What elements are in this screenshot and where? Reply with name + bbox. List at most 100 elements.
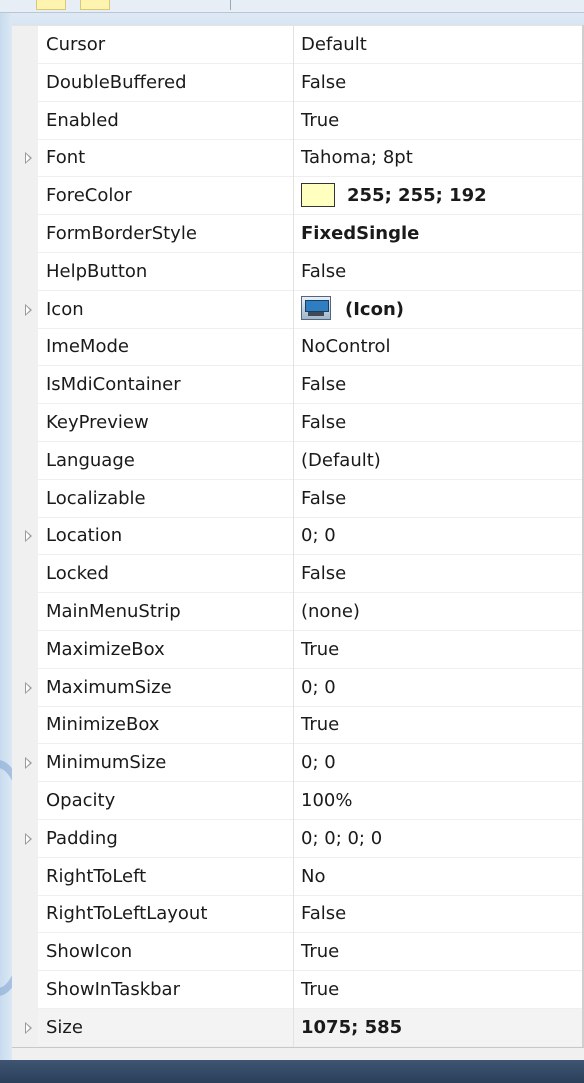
expand-arrow-icon[interactable] [25, 152, 32, 165]
property-value[interactable]: 0; 0 [301, 669, 581, 707]
property-name[interactable]: Enabled [46, 102, 290, 140]
column-divider[interactable] [293, 782, 294, 820]
property-name[interactable]: Opacity [46, 782, 290, 820]
property-value[interactable]: 1075; 585 [301, 1009, 581, 1047]
expand-arrow-icon[interactable] [25, 303, 32, 316]
property-value[interactable]: NoControl [301, 328, 581, 366]
property-name[interactable]: Localizable [46, 480, 290, 518]
property-value[interactable]: False [301, 253, 581, 291]
property-name[interactable]: Language [46, 442, 290, 480]
column-divider[interactable] [293, 290, 294, 329]
property-value[interactable]: True [301, 933, 581, 971]
column-divider[interactable] [293, 819, 294, 858]
property-name[interactable]: Size [46, 1009, 290, 1047]
property-row[interactable]: MaximumSize 0; 0 [12, 668, 584, 707]
property-row[interactable]: Enabled True [12, 101, 584, 140]
property-row[interactable]: ShowIcon True [12, 933, 584, 972]
property-value[interactable]: False [301, 404, 581, 442]
column-divider[interactable] [293, 63, 294, 102]
property-row[interactable]: Opacity 100% [12, 782, 584, 820]
property-row[interactable]: Font Tahoma; 8pt [12, 139, 584, 178]
expand-arrow-icon[interactable] [25, 681, 32, 694]
column-divider[interactable] [293, 441, 294, 480]
column-divider[interactable] [293, 215, 294, 253]
property-name[interactable]: KeyPreview [46, 404, 290, 442]
column-divider[interactable] [293, 706, 294, 745]
property-name[interactable]: IsMdiContainer [46, 366, 290, 404]
toolbar-button-categorized[interactable] [36, 0, 66, 10]
property-row[interactable]: ImeMode NoControl [12, 328, 584, 367]
property-row[interactable]: Padding 0; 0; 0; 0 [12, 819, 584, 858]
property-name[interactable]: Locked [46, 555, 290, 593]
property-value[interactable]: False [301, 480, 581, 518]
property-row[interactable]: FormBorderStyle FixedSingle [12, 215, 584, 253]
property-value[interactable]: False [301, 366, 581, 404]
expand-arrow-icon[interactable] [25, 530, 32, 543]
property-value[interactable]: 0; 0 [301, 744, 581, 782]
property-value[interactable]: 0; 0; 0; 0 [301, 820, 581, 858]
property-name[interactable]: MinimizeBox [46, 706, 290, 744]
property-value[interactable]: Tahoma; 8pt [301, 139, 581, 177]
property-row[interactable]: DoubleBuffered False [12, 63, 584, 102]
description-splitter[interactable] [12, 1047, 584, 1061]
column-divider[interactable] [293, 630, 294, 669]
property-row[interactable]: Icon (Icon) [12, 290, 584, 329]
property-name[interactable]: Padding [46, 820, 290, 858]
column-divider[interactable] [293, 668, 294, 707]
column-divider[interactable] [293, 1008, 294, 1047]
property-row[interactable]: IsMdiContainer False [12, 366, 584, 405]
property-name[interactable]: HelpButton [46, 253, 290, 291]
column-divider[interactable] [293, 101, 294, 140]
property-name[interactable]: DoubleBuffered [46, 64, 290, 102]
property-row[interactable]: RightToLeftLayout False [12, 895, 584, 934]
property-value[interactable]: 255; 255; 192 [301, 177, 581, 215]
property-row[interactable]: Locked False [12, 555, 584, 594]
column-divider[interactable] [293, 593, 294, 631]
expand-arrow-icon[interactable] [25, 1021, 32, 1034]
property-name[interactable]: ShowInTaskbar [46, 971, 290, 1009]
column-divider[interactable] [293, 26, 294, 64]
column-divider[interactable] [293, 933, 294, 972]
column-divider[interactable] [293, 139, 294, 178]
property-row[interactable]: MinimumSize 0; 0 [12, 744, 584, 783]
property-name[interactable]: ShowIcon [46, 933, 290, 971]
property-name[interactable]: ImeMode [46, 328, 290, 366]
property-row[interactable]: KeyPreview False [12, 404, 584, 442]
property-name[interactable]: ForeColor [46, 177, 290, 215]
property-name[interactable]: Cursor [46, 26, 290, 64]
column-divider[interactable] [293, 252, 294, 291]
column-divider[interactable] [293, 857, 294, 896]
property-row[interactable]: Localizable False [12, 479, 584, 518]
property-name[interactable]: RightToLeft [46, 858, 290, 896]
property-name[interactable]: MaximumSize [46, 669, 290, 707]
property-name[interactable]: Font [46, 139, 290, 177]
property-value[interactable]: FixedSingle [301, 215, 581, 253]
property-row[interactable]: RightToLeft No [12, 857, 584, 896]
property-name[interactable]: MaximizeBox [46, 631, 290, 669]
property-value[interactable]: False [301, 64, 581, 102]
property-value[interactable]: Default [301, 26, 581, 64]
column-divider[interactable] [293, 517, 294, 556]
property-name[interactable]: FormBorderStyle [46, 215, 290, 253]
column-divider[interactable] [293, 177, 294, 216]
property-value[interactable]: No [301, 858, 581, 896]
column-divider[interactable] [293, 971, 294, 1009]
property-row[interactable]: ForeColor 255; 255; 192 [12, 177, 584, 216]
expand-arrow-icon[interactable] [25, 757, 32, 770]
property-row[interactable]: HelpButton False [12, 252, 584, 291]
column-divider[interactable] [293, 404, 294, 442]
property-value[interactable]: (none) [301, 593, 581, 631]
property-row[interactable]: Language (Default) [12, 441, 584, 480]
property-row[interactable]: Size 1075; 585 [12, 1008, 584, 1047]
property-value[interactable]: True [301, 102, 581, 140]
property-value[interactable]: True [301, 631, 581, 669]
toolbar-button-alphabetical[interactable] [80, 0, 110, 10]
property-row[interactable]: MinimizeBox True [12, 706, 584, 745]
property-value[interactable]: False [301, 555, 581, 593]
property-row[interactable]: ShowInTaskbar True [12, 971, 584, 1009]
property-grid[interactable]: Cursor Default DoubleBuffered False Enabled T… [12, 25, 584, 1048]
property-name[interactable]: RightToLeftLayout [46, 895, 290, 933]
property-name[interactable]: MainMenuStrip [46, 593, 290, 631]
property-row[interactable]: Location 0; 0 [12, 517, 584, 556]
property-value[interactable]: (Default) [301, 442, 581, 480]
